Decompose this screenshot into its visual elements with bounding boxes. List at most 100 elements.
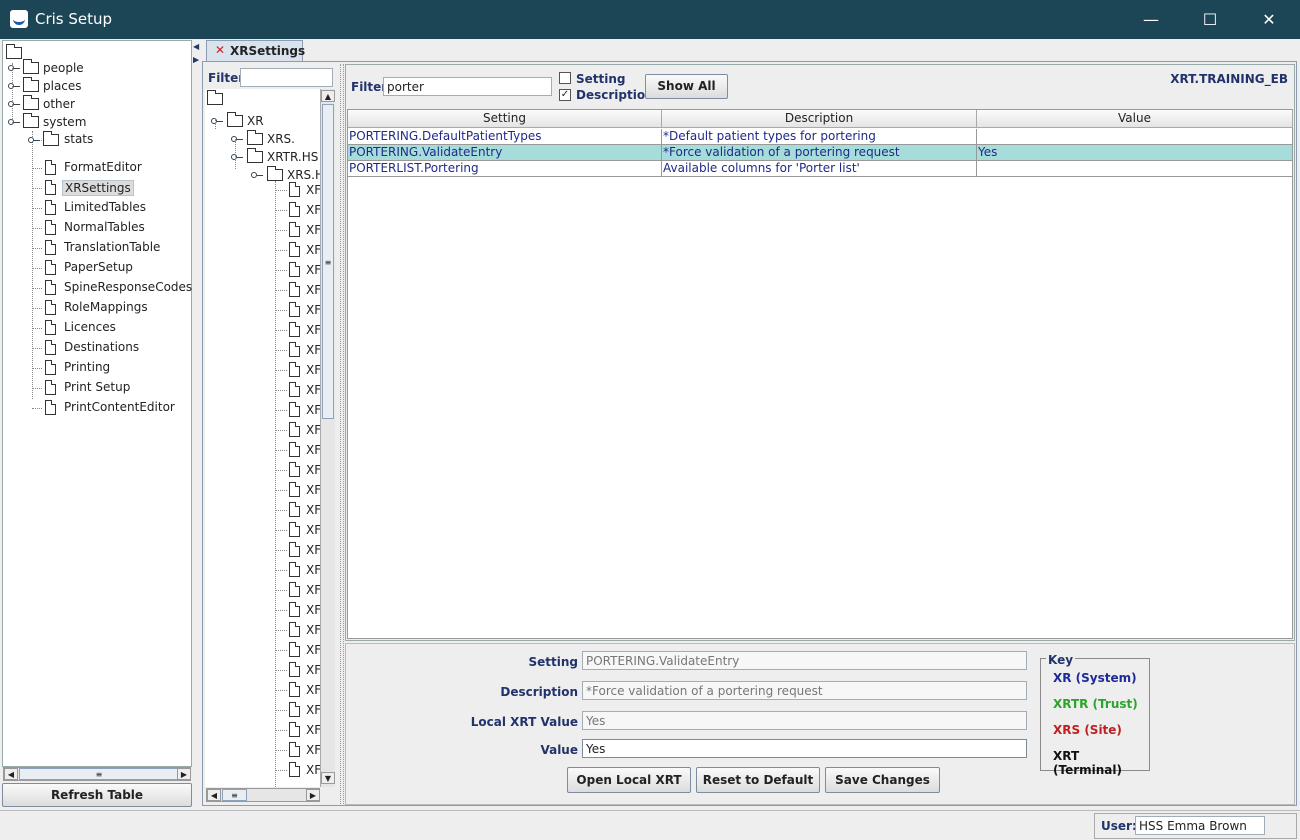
expand-handle-icon[interactable] xyxy=(8,65,20,71)
tree-leaf[interactable]: XF xyxy=(205,561,320,579)
middle-vscroll-thumb[interactable]: ≡ xyxy=(322,104,334,419)
tree-leaf[interactable]: XF xyxy=(205,441,320,459)
tree-leaf[interactable]: XF xyxy=(205,341,320,359)
tree-leaf[interactable]: XF xyxy=(205,621,320,639)
tree-leaf[interactable]: XF xyxy=(205,361,320,379)
expand-handle-icon[interactable] xyxy=(8,119,20,125)
refresh-table-button[interactable]: Refresh Table xyxy=(2,783,192,807)
middle-hscroll-thumb[interactable]: ≡ xyxy=(222,789,247,801)
close-tab-icon[interactable]: ✕ xyxy=(215,43,225,57)
description-checkbox[interactable]: ✓ xyxy=(559,89,571,101)
tree-node[interactable]: Print Setup xyxy=(3,379,191,397)
tree-node[interactable]: XRS. xyxy=(205,130,320,148)
close-window-button[interactable]: ✕ xyxy=(1240,0,1298,39)
form-value-input[interactable] xyxy=(582,739,1027,758)
tree-node[interactable]: XR xyxy=(205,112,320,130)
column-header-value[interactable]: Value xyxy=(977,110,1293,128)
tree-connector xyxy=(275,630,287,631)
scroll-right-button[interactable]: ▶ xyxy=(306,789,320,801)
column-header-description[interactable]: Description xyxy=(662,110,977,128)
tree-node[interactable]: Destinations xyxy=(3,339,191,357)
tree-leaf-label: XF xyxy=(306,343,320,357)
save-changes-button[interactable]: Save Changes xyxy=(825,767,940,793)
tree-leaf[interactable]: XF xyxy=(205,261,320,279)
middle-vscrollbar[interactable]: ▲ ≡ ▼ xyxy=(320,89,335,787)
scroll-left-button[interactable]: ◀ xyxy=(207,789,221,801)
reset-to-default-button[interactable]: Reset to Default xyxy=(696,767,820,793)
tree-node[interactable]: LimitedTables xyxy=(3,199,191,217)
scroll-up-button[interactable]: ▲ xyxy=(321,90,335,102)
tree-node[interactable]: XRTR.HS xyxy=(205,148,320,166)
left-hscrollbar[interactable]: ◀ ≡ ▶ xyxy=(3,767,191,781)
minimize-button[interactable]: — xyxy=(1122,0,1180,39)
tab-xrsettings[interactable]: ✕ XRSettings xyxy=(206,40,305,61)
tree-leaf[interactable]: XF xyxy=(205,741,320,759)
tree-leaf[interactable]: XF xyxy=(205,681,320,699)
tree-node[interactable]: FormatEditor xyxy=(3,159,191,177)
expand-handle-icon[interactable] xyxy=(251,172,263,178)
tree-node[interactable]: Licences xyxy=(3,319,191,337)
middle-hscrollbar[interactable]: ◀ ≡ ▶ xyxy=(206,788,320,802)
setting-checkbox[interactable] xyxy=(559,72,571,84)
tree-node[interactable]: PrintContentEditor xyxy=(3,399,191,417)
tree-leaf[interactable]: XF xyxy=(205,501,320,519)
table-row[interactable]: PORTERING.DefaultPatientTypes *Default pa… xyxy=(348,129,1293,145)
scroll-left-button[interactable]: ◀ xyxy=(4,768,18,780)
table-row[interactable]: PORTERLIST.Portering Available columns f… xyxy=(348,161,1293,177)
tree-node[interactable]: RoleMappings xyxy=(3,299,191,317)
tree-node[interactable]: PaperSetup xyxy=(3,259,191,277)
splitter[interactable] xyxy=(340,64,344,804)
tree-leaf[interactable]: XF xyxy=(205,521,320,539)
expand-handle-icon[interactable] xyxy=(231,136,243,142)
left-hscroll-thumb[interactable]: ≡ xyxy=(19,768,179,780)
middle-filter-input[interactable] xyxy=(240,68,333,87)
tree-leaf[interactable]: XF xyxy=(205,581,320,599)
tree-leaf[interactable]: XF xyxy=(205,321,320,339)
tree-leaf[interactable]: XF xyxy=(205,641,320,659)
tree-leaf[interactable]: XF xyxy=(205,601,320,619)
expand-handle-icon[interactable] xyxy=(28,137,40,143)
maximize-button[interactable]: ☐ xyxy=(1181,0,1239,39)
expand-handle-icon[interactable] xyxy=(8,83,20,89)
tree-leaf[interactable]: XF xyxy=(205,221,320,239)
tree-leaf[interactable]: XF xyxy=(205,761,320,779)
tree-leaf[interactable]: XF xyxy=(205,481,320,499)
open-local-xrt-button[interactable]: Open Local XRT xyxy=(567,767,691,793)
expand-handle-icon[interactable] xyxy=(211,118,223,124)
tree-leaf[interactable]: XF xyxy=(205,701,320,719)
tree-node[interactable]: Printing xyxy=(3,359,191,377)
tree-node[interactable]: people xyxy=(3,59,188,77)
tree-node[interactable]: stats xyxy=(3,131,191,149)
tree-connector xyxy=(275,690,287,691)
tree-leaf[interactable]: XF xyxy=(205,381,320,399)
scroll-down-button[interactable]: ▼ xyxy=(321,772,335,784)
tree-leaf[interactable]: XF xyxy=(205,401,320,419)
column-header-setting[interactable]: Setting xyxy=(348,110,662,128)
tree-leaf[interactable]: XF xyxy=(205,461,320,479)
tree-leaf[interactable]: XF xyxy=(205,181,320,199)
tree-leaf[interactable]: XF xyxy=(205,201,320,219)
tree-leaf[interactable]: XF xyxy=(205,241,320,259)
tree-leaf[interactable]: XF xyxy=(205,721,320,739)
tree-node[interactable]: TranslationTable xyxy=(3,239,191,257)
expand-arrow-icon[interactable]: ◀ xyxy=(193,56,199,65)
tree-node[interactable]: places xyxy=(3,77,188,95)
tree-leaf[interactable]: XF xyxy=(205,421,320,439)
tree-leaf[interactable]: XF xyxy=(205,661,320,679)
expand-handle-icon[interactable] xyxy=(231,154,243,160)
tree-node[interactable]: NormalTables xyxy=(3,219,191,237)
table-row[interactable]: PORTERING.ValidateEntry *Force validation… xyxy=(348,145,1293,161)
tree-leaf[interactable]: XF xyxy=(205,281,320,299)
settings-filter-input[interactable] xyxy=(383,77,552,96)
tree-node[interactable]: other xyxy=(3,95,188,113)
tree-node[interactable]: system xyxy=(3,113,188,131)
document-icon xyxy=(289,462,300,477)
expand-handle-icon[interactable] xyxy=(8,101,20,107)
show-all-button[interactable]: Show All xyxy=(645,74,728,99)
tree-node[interactable]: XRSettings xyxy=(3,179,191,197)
tree-node[interactable]: SpineResponseCodes xyxy=(3,279,192,297)
collapse-arrow-icon[interactable]: ◀ xyxy=(193,42,199,51)
tree-leaf[interactable]: XF xyxy=(205,301,320,319)
tree-leaf[interactable]: XF xyxy=(205,541,320,559)
scroll-right-button[interactable]: ▶ xyxy=(177,768,191,780)
